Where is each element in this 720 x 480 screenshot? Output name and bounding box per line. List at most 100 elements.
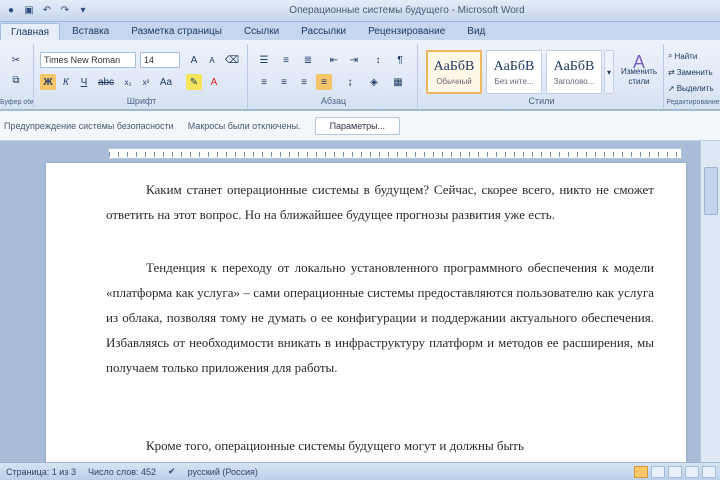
clipboard-group-label: Буфер обмена bbox=[0, 99, 33, 106]
strikethrough-button[interactable]: abc bbox=[98, 74, 114, 90]
editing-group: ⌕ Найти ⇄ Заменить ➚ Выделить Редактировани… bbox=[666, 44, 720, 108]
editing-group-label: Редактирование bbox=[666, 99, 720, 106]
options-button[interactable]: Параметры... bbox=[314, 116, 401, 135]
security-warning-detail: Макросы были отключены. bbox=[187, 120, 301, 131]
borders-icon[interactable]: ▦ bbox=[390, 74, 406, 90]
copy-icon[interactable]: ⧉ bbox=[8, 72, 24, 88]
document-page[interactable]: Каким станет операционные системы в буду… bbox=[46, 163, 686, 463]
style-tile-no-spacing[interactable]: АаБбВ Без инте... bbox=[486, 50, 542, 94]
show-marks-icon[interactable]: ¶ bbox=[392, 52, 408, 68]
shading-icon[interactable]: ◈ bbox=[366, 74, 382, 90]
tab-view[interactable]: Вид bbox=[457, 23, 495, 40]
office-button-icon[interactable]: ● bbox=[4, 4, 18, 18]
page-count[interactable]: Страница: 1 из 3 bbox=[6, 467, 76, 477]
style-name: Без инте... bbox=[494, 76, 534, 86]
paragraph-group: ☰ ≡ ≣ ⇤ ⇥ ↕ ¶ ≡ ≡ ≡ ≡ ↨ ◈ ▦ Абзац bbox=[250, 44, 418, 108]
style-tile-normal[interactable]: АаБбВ Обычный bbox=[426, 50, 482, 94]
sort-icon[interactable]: ↕ bbox=[370, 52, 386, 68]
ruler-ticks bbox=[109, 152, 681, 157]
replace-button[interactable]: ⇄ Заменить bbox=[668, 64, 720, 80]
align-right-icon[interactable]: ≡ bbox=[296, 74, 312, 90]
italic-button[interactable]: К bbox=[58, 74, 74, 90]
spellcheck-icon[interactable]: ✔ bbox=[168, 466, 176, 477]
change-styles-icon: A bbox=[632, 52, 645, 72]
shrink-font-icon[interactable]: A bbox=[204, 52, 220, 68]
grow-font-icon[interactable]: A bbox=[186, 52, 202, 68]
web-layout-view-icon[interactable] bbox=[668, 465, 682, 478]
increase-indent-icon[interactable]: ⇥ bbox=[346, 52, 362, 68]
font-color-icon[interactable]: A bbox=[206, 74, 222, 90]
align-center-icon[interactable]: ≡ bbox=[276, 74, 292, 90]
font-group: Times New Roman 14 A A ⌫ Ж К Ч abc x₂ x²… bbox=[36, 44, 248, 108]
style-tile-heading[interactable]: АаБбВ Заголово... bbox=[546, 50, 602, 94]
qat-dropdown-icon[interactable]: ▾ bbox=[76, 4, 90, 18]
style-name: Обычный bbox=[436, 76, 472, 86]
style-sample: АаБбВ bbox=[493, 58, 535, 74]
styles-group-label: Стили bbox=[528, 96, 555, 106]
underline-button[interactable]: Ч bbox=[76, 74, 92, 90]
align-left-icon[interactable]: ≡ bbox=[256, 74, 272, 90]
style-sample: АаБбВ bbox=[433, 58, 475, 74]
paragraph-3[interactable]: Кроме того, операционные системы будущег… bbox=[106, 433, 654, 458]
security-warning-text: Предупреждение системы безопасности bbox=[4, 120, 174, 131]
tab-insert[interactable]: Вставка bbox=[62, 23, 119, 40]
outline-view-icon[interactable] bbox=[685, 465, 699, 478]
font-size-combo[interactable]: 14 bbox=[140, 52, 180, 68]
change-case-icon[interactable]: Aa bbox=[158, 74, 174, 90]
numbering-icon[interactable]: ≡ bbox=[278, 52, 294, 68]
change-styles-label: Изменить стили bbox=[620, 67, 658, 86]
justify-icon[interactable]: ≡ bbox=[316, 74, 332, 90]
clear-format-icon[interactable]: ⌫ bbox=[224, 52, 240, 68]
style-name: Заголово... bbox=[553, 76, 595, 86]
tab-home[interactable]: Главная bbox=[0, 23, 61, 40]
status-bar: Страница: 1 из 3 Число слов: 452 ✔ русск… bbox=[0, 462, 720, 480]
scrollbar-thumb[interactable] bbox=[704, 167, 718, 215]
paragraph-1[interactable]: Каким станет операционные системы в буду… bbox=[106, 177, 654, 227]
paragraph-group-label: Абзац bbox=[320, 96, 347, 106]
undo-icon[interactable]: ↶ bbox=[40, 4, 54, 18]
tab-page-layout[interactable]: Разметка страницы bbox=[121, 23, 232, 40]
replace-label: Заменить bbox=[676, 67, 713, 77]
vertical-scrollbar[interactable] bbox=[700, 141, 720, 462]
title-bar: ● ▣ ↶ ↷ ▾ Операционные системы будущего … bbox=[0, 0, 720, 22]
font-group-label: Шрифт bbox=[126, 96, 157, 106]
superscript-button[interactable]: x² bbox=[138, 74, 154, 90]
print-layout-view-icon[interactable] bbox=[634, 465, 648, 478]
highlight-icon[interactable]: ✎ bbox=[186, 74, 202, 90]
language-indicator[interactable]: русский (Россия) bbox=[188, 467, 258, 477]
ribbon: ✂ ⧉ Буфер обмена Times New Roman 14 A A … bbox=[0, 40, 720, 110]
tab-references[interactable]: Ссылки bbox=[234, 23, 289, 40]
horizontal-ruler[interactable] bbox=[108, 148, 682, 159]
redo-icon[interactable]: ↷ bbox=[58, 4, 72, 18]
find-button[interactable]: ⌕ Найти bbox=[668, 48, 720, 64]
subscript-button[interactable]: x₂ bbox=[120, 74, 136, 90]
decrease-indent-icon[interactable]: ⇤ bbox=[326, 52, 342, 68]
ribbon-tabs: Главная Вставка Разметка страницы Ссылки… bbox=[0, 22, 720, 40]
draft-view-icon[interactable] bbox=[702, 465, 716, 478]
bullets-icon[interactable]: ☰ bbox=[256, 52, 272, 68]
font-name-combo[interactable]: Times New Roman bbox=[40, 52, 136, 68]
clipboard-group: ✂ ⧉ Буфер обмена bbox=[0, 44, 34, 108]
message-bar: Предупреждение системы безопасности Макр… bbox=[0, 111, 720, 141]
cut-icon[interactable]: ✂ bbox=[8, 52, 24, 68]
view-buttons bbox=[634, 465, 720, 478]
bold-button[interactable]: Ж bbox=[40, 74, 56, 90]
save-icon[interactable]: ▣ bbox=[22, 4, 36, 18]
full-screen-view-icon[interactable] bbox=[651, 465, 665, 478]
select-button[interactable]: ➚ Выделить bbox=[668, 80, 720, 96]
binoculars-icon: ⌕ bbox=[668, 51, 673, 60]
multilevel-list-icon[interactable]: ≣ bbox=[300, 52, 316, 68]
styles-scroll-icon[interactable]: ▾ bbox=[604, 50, 614, 94]
word-count[interactable]: Число слов: 452 bbox=[88, 467, 156, 477]
replace-icon: ⇄ bbox=[668, 67, 675, 77]
tab-review[interactable]: Рецензирование bbox=[358, 23, 455, 40]
select-icon: ➚ bbox=[668, 83, 675, 93]
styles-group: АаБбВ Обычный АаБбВ Без инте... АаБбВ За… bbox=[420, 44, 664, 108]
select-label: Выделить bbox=[676, 83, 714, 93]
tab-mailings[interactable]: Рассылки bbox=[291, 23, 356, 40]
line-spacing-icon[interactable]: ↨ bbox=[342, 74, 358, 90]
find-label: Найти bbox=[674, 51, 698, 61]
paragraph-2[interactable]: Тенденция к переходу от локально установ… bbox=[106, 255, 654, 380]
window-title: Операционные системы будущего - Microsof… bbox=[289, 5, 525, 16]
change-styles-button[interactable]: A Изменить стили bbox=[618, 48, 660, 96]
